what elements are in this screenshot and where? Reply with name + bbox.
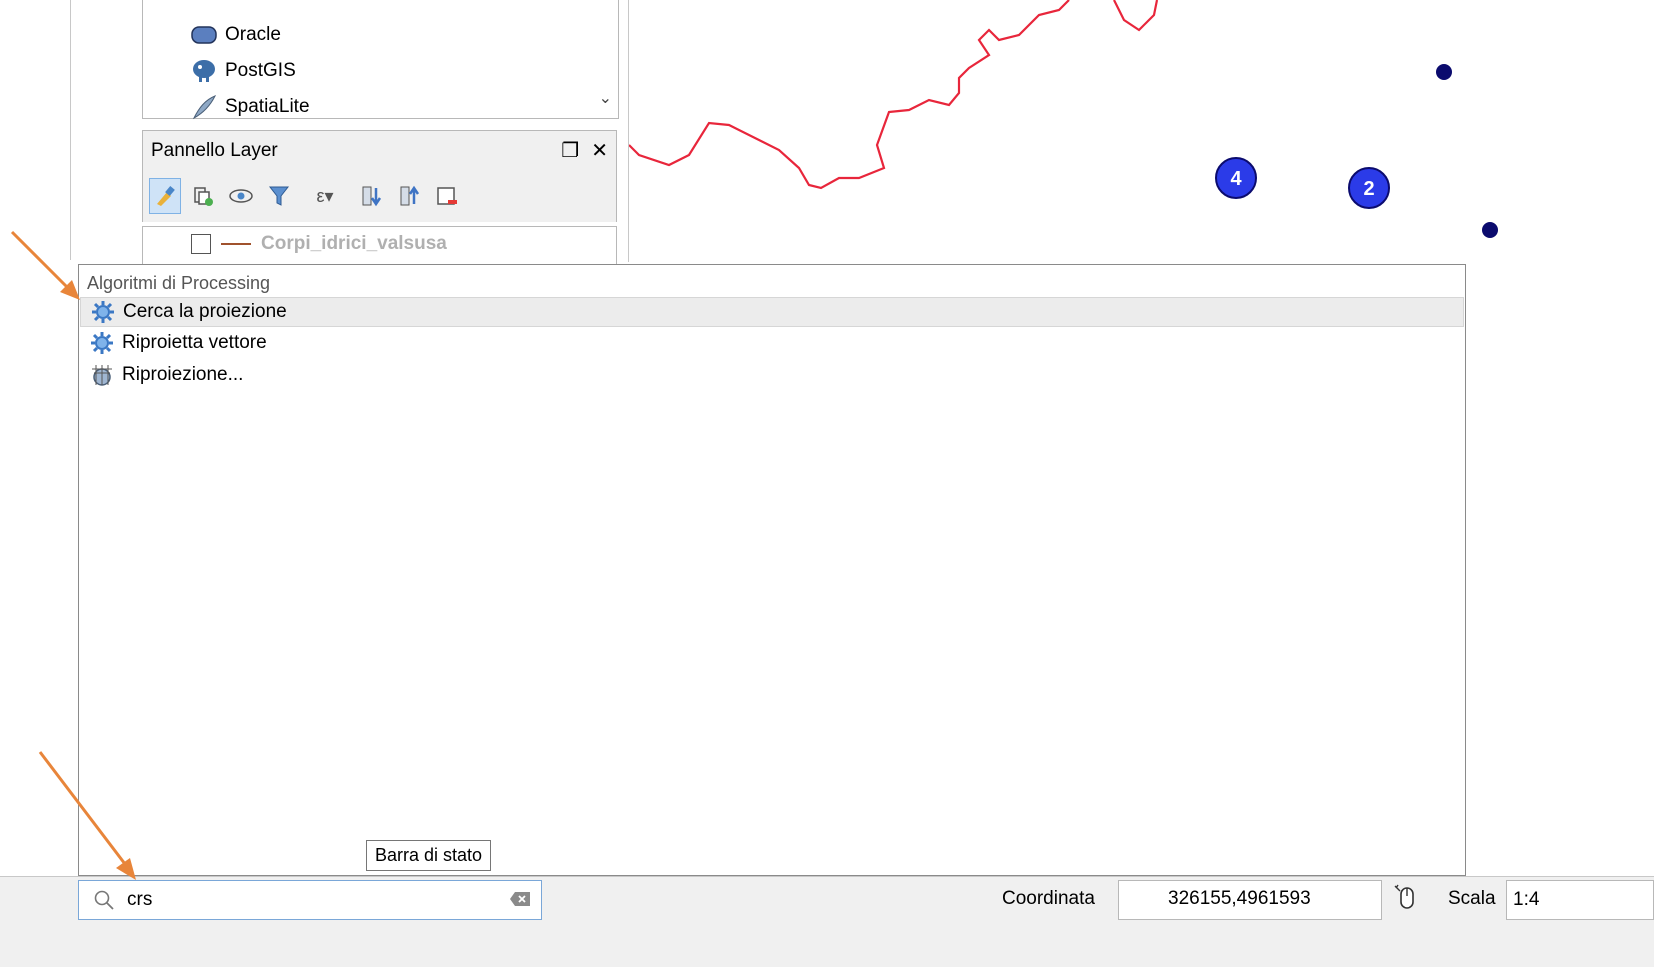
browser-item-label: SpatiaLite <box>225 96 310 117</box>
coordinate-value: 326155,4961593 <box>1168 888 1311 909</box>
browser-item-label: PostGIS <box>225 60 296 81</box>
map-canvas[interactable]: 4 2 <box>629 0 1654 262</box>
coordinate-label: Coordinata <box>1002 888 1095 909</box>
cluster-count: 2 <box>1363 178 1374 200</box>
cluster-marker[interactable]: 4 <box>1215 157 1257 199</box>
result-item-riproietta-vettore[interactable]: Riproietta vettore <box>80 328 1464 358</box>
map-point <box>1482 222 1498 238</box>
scale-combobox[interactable]: 1:4 <box>1506 880 1654 920</box>
layers-toolbar: ε▾ <box>142 170 617 222</box>
layer-row[interactable]: Corpi_idrici_valsusa <box>191 233 447 255</box>
processing-gear-icon <box>92 301 114 323</box>
result-item-cerca-la-proiezione[interactable]: Cerca la proiezione <box>80 297 1464 327</box>
layer-visibility-checkbox[interactable] <box>191 234 211 254</box>
close-icon[interactable]: ✕ <box>591 138 608 163</box>
postgis-elephant-icon <box>193 60 215 82</box>
chevron-down-icon[interactable]: ⌄ <box>599 88 612 108</box>
globe-grid-icon <box>92 365 112 386</box>
oracle-db-icon <box>191 26 217 44</box>
mouse-coordinate-toggle-icon[interactable] <box>1392 882 1422 912</box>
spatialite-feather-icon <box>192 95 217 120</box>
filter-icon[interactable] <box>263 178 295 214</box>
expression-filter-icon[interactable]: ε▾ <box>301 178 349 214</box>
layer-name: Corpi_idrici_valsusa <box>261 233 447 254</box>
search-icon <box>94 890 114 910</box>
expand-all-icon[interactable] <box>355 178 387 214</box>
browser-panel: Oracle PostGIS SpatiaLite ⌄ <box>142 0 619 122</box>
boundary-line-2 <box>1113 0 1159 32</box>
result-label: Riproietta vettore <box>122 332 267 353</box>
result-item-riproiezione[interactable]: Riproiezione... <box>80 360 1464 390</box>
tooltip: Barra di stato <box>366 840 492 871</box>
browser-item-postgis[interactable]: PostGIS <box>191 56 296 86</box>
scale-label: Scala <box>1448 888 1496 909</box>
cluster-marker[interactable]: 2 <box>1348 167 1390 209</box>
left-edge-divider <box>70 0 71 260</box>
boundary-line <box>629 0 1070 190</box>
scale-value: 1:4 <box>1513 889 1540 910</box>
browser-item-label: Oracle <box>225 24 281 45</box>
cluster-count: 4 <box>1230 168 1242 190</box>
line-symbol-icon <box>221 243 251 245</box>
clear-search-icon[interactable] <box>509 891 531 907</box>
float-window-icon[interactable]: ❐ <box>561 138 579 163</box>
locator-search-box[interactable] <box>78 880 542 920</box>
layers-tree: Corpi_idrici_valsusa <box>142 226 617 266</box>
visibility-icon[interactable] <box>225 178 257 214</box>
map-point <box>1436 64 1452 80</box>
remove-layer-icon[interactable] <box>431 178 463 214</box>
layers-panel-title: Pannello Layer <box>151 139 278 161</box>
search-input[interactable] <box>125 888 489 912</box>
result-label: Riproiezione... <box>122 364 244 385</box>
layers-panel-header: Pannello Layer ❐ ✕ <box>142 130 617 170</box>
browser-item-oracle[interactable]: Oracle <box>191 20 281 50</box>
locator-results-list: Algoritmi di Processing Cerca la proiezi… <box>78 264 1466 876</box>
collapse-all-icon[interactable] <box>393 178 425 214</box>
browser-item-spatialite[interactable]: SpatiaLite <box>191 92 310 122</box>
processing-gear-icon <box>91 332 113 354</box>
result-label: Cerca la proiezione <box>123 301 287 322</box>
add-group-icon[interactable] <box>187 178 219 214</box>
style-icon[interactable] <box>149 178 181 214</box>
results-group-header: Algoritmi di Processing <box>87 273 271 293</box>
